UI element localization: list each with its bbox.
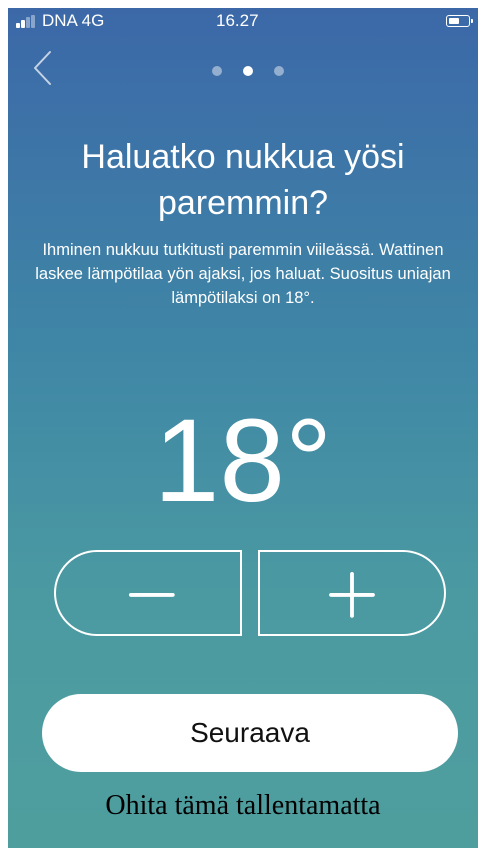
status-bar: DNA 4G 16.27 <box>8 8 478 34</box>
signal-bar <box>26 17 30 28</box>
skip-without-saving-link[interactable]: Ohita tämä tallentamatta <box>0 786 486 826</box>
chevron-left-icon <box>34 51 51 85</box>
battery-cap <box>471 19 473 23</box>
page-dot <box>212 66 222 76</box>
battery-icon <box>446 15 473 27</box>
decrease-temperature-button[interactable] <box>54 550 242 636</box>
signal-strength-icon <box>16 15 42 28</box>
battery-fill <box>448 17 459 24</box>
page-dot-active <box>243 66 253 76</box>
temperature-value: 18° <box>153 395 333 527</box>
status-time: 16.27 <box>216 11 259 30</box>
onboarding-screen: DNA 4G 16.27 Haluatko nukkua yösi paremm… <box>8 8 478 848</box>
signal-bar <box>21 20 25 28</box>
page-title: Haluatko nukkua yösi paremmin? <box>81 138 405 222</box>
page-indicator <box>206 66 286 78</box>
minus-icon <box>128 593 175 597</box>
back-button[interactable] <box>28 48 58 88</box>
signal-bar <box>16 23 20 28</box>
next-button[interactable]: Seuraava <box>42 694 458 772</box>
plus-icon <box>329 572 375 618</box>
carrier-label: DNA 4G <box>42 11 105 30</box>
description-text: Ihminen nukkuu tutkitusti paremmin viile… <box>35 241 451 307</box>
increase-temperature-button[interactable] <box>258 550 446 636</box>
page-dot <box>274 66 284 76</box>
signal-bar <box>31 15 35 28</box>
